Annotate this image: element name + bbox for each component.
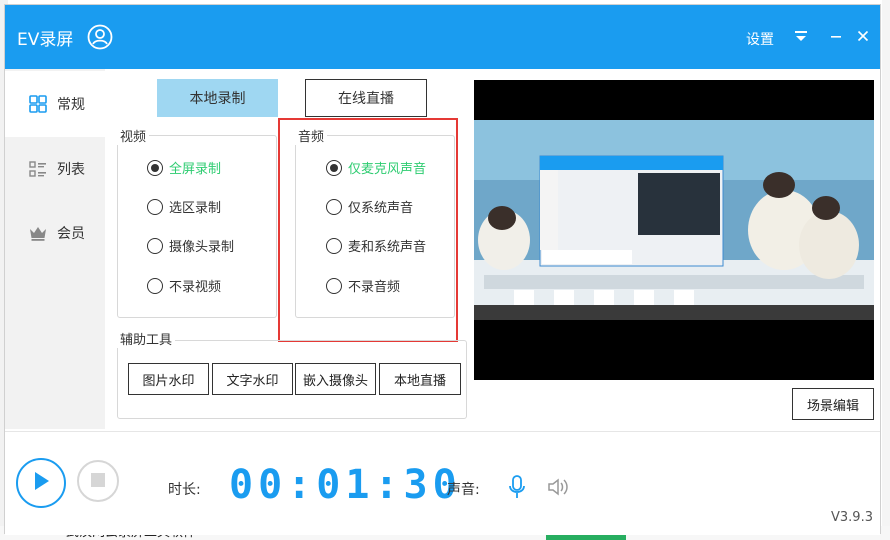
image-watermark-button[interactable]: 图片水印 xyxy=(128,363,209,395)
radio-checked-icon xyxy=(147,159,163,176)
grid-icon xyxy=(27,93,49,115)
radio-no-video[interactable]: 不录视频 xyxy=(147,276,221,295)
record-timer: 00:01:30 xyxy=(229,462,462,508)
bottom-control-bar: 时长: 00:01:30 声音: V3.9.3 xyxy=(5,431,880,535)
speaker-icon[interactable] xyxy=(547,477,571,501)
play-icon xyxy=(31,470,51,496)
text-watermark-button[interactable]: 文字水印 xyxy=(212,363,293,395)
sidebar-item-label: 常规 xyxy=(57,97,85,113)
list-icon xyxy=(27,158,49,180)
minimize-icon[interactable] xyxy=(825,25,847,47)
crown-icon xyxy=(27,222,49,244)
dropdown-menu-icon[interactable] xyxy=(790,25,812,47)
sidebar-item-label: 列表 xyxy=(57,162,85,178)
tools-group-title: 辅助工具 xyxy=(117,329,176,348)
local-record-tab[interactable]: 本地录制 xyxy=(157,79,278,117)
start-record-button[interactable] xyxy=(16,458,66,508)
stop-record-button[interactable] xyxy=(77,460,119,502)
embed-camera-button[interactable]: 嵌入摄像头 xyxy=(295,363,376,395)
radio-camera-record[interactable]: 摄像头录制 xyxy=(147,236,234,255)
radio-label: 不录视频 xyxy=(169,280,222,295)
radio-label: 选区录制 xyxy=(169,201,222,216)
video-group-title: 视频 xyxy=(117,126,150,145)
stop-icon xyxy=(91,472,105,491)
screen-preview xyxy=(474,80,874,380)
close-icon[interactable] xyxy=(852,25,874,47)
radio-label: 全屏录制 xyxy=(169,162,222,177)
sidebar: 常规 列表 会员 xyxy=(5,69,105,429)
app-title: EV录屏 xyxy=(17,30,74,50)
scene-edit-button[interactable]: 场景编辑 xyxy=(792,388,874,420)
radio-unchecked-icon xyxy=(147,277,163,294)
duration-label: 时长: xyxy=(168,482,201,498)
sound-label: 声音: xyxy=(447,482,480,498)
sidebar-item-member[interactable]: 会员 xyxy=(5,200,105,266)
local-live-button[interactable]: 本地直播 xyxy=(379,363,461,395)
radio-region-record[interactable]: 选区录制 xyxy=(147,197,221,216)
microphone-icon[interactable] xyxy=(507,474,527,504)
titlebar: EV录屏 设置 xyxy=(5,5,880,69)
preview-image xyxy=(474,80,874,380)
sidebar-item-label: 会员 xyxy=(57,226,85,242)
radio-fullscreen-record[interactable]: 全屏录制 xyxy=(147,158,221,177)
user-account-icon[interactable] xyxy=(87,24,113,50)
sidebar-item-general[interactable]: 常规 xyxy=(5,71,105,137)
background-right-edge xyxy=(882,0,890,540)
radio-unchecked-icon xyxy=(147,237,163,254)
radio-unchecked-icon xyxy=(147,198,163,215)
sidebar-item-list[interactable]: 列表 xyxy=(5,136,105,202)
version-label: V3.9.3 xyxy=(831,510,873,525)
radio-label: 摄像头录制 xyxy=(169,240,235,255)
online-live-tab[interactable]: 在线直播 xyxy=(305,79,427,117)
ev-recorder-window: EV录屏 设置 常规 列表 会员 本地录制 在线直播 视频 全屏录制 选区录制 … xyxy=(4,4,881,535)
highlight-box xyxy=(278,118,458,342)
settings-button[interactable]: 设置 xyxy=(746,29,774,49)
